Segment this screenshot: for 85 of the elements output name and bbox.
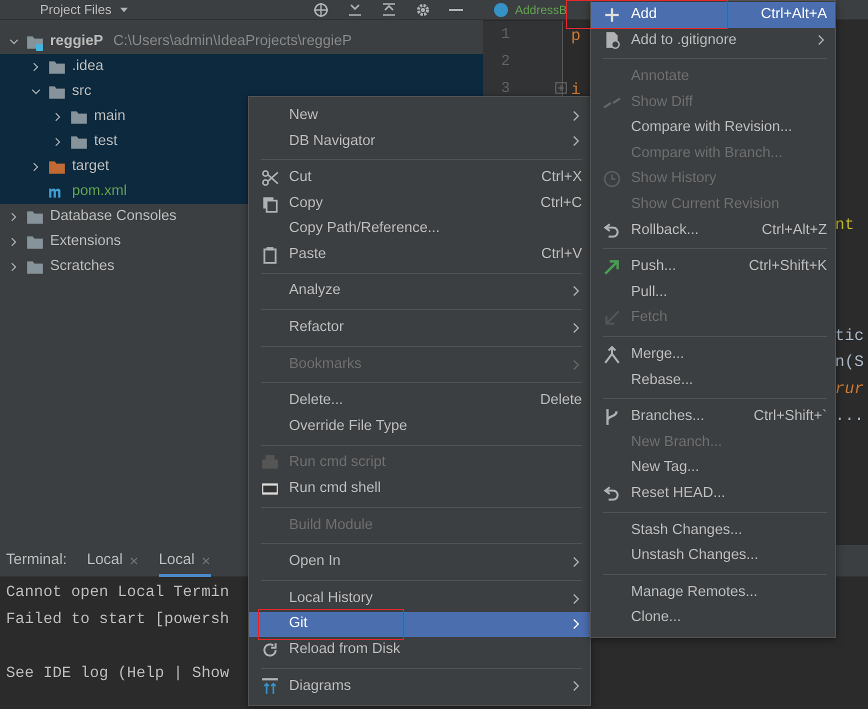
menu-item[interactable]: Add Ctrl+Alt+A: [591, 2, 835, 28]
shortcut-text: Ctrl+C: [540, 194, 582, 213]
merge-icon: [603, 346, 621, 364]
shortcut-text: Ctrl+X: [541, 168, 582, 188]
menu-item[interactable]: Override File Type: [249, 414, 590, 440]
menu-item[interactable]: Push... Ctrl+Shift+K: [591, 254, 835, 280]
terminal-label: Terminal:: [6, 550, 67, 570]
menu-item[interactable]: Manage Remotes...: [591, 580, 835, 606]
code-fragment: rur: [835, 379, 864, 400]
menu-item[interactable]: Analyze: [249, 278, 590, 304]
shortcut-text: Ctrl+Shift+K: [748, 257, 827, 276]
editor-tab[interactable]: AddressB: [515, 0, 568, 18]
tree-label: Extensions: [50, 232, 121, 251]
menu-item[interactable]: Copy Path/Reference...: [249, 216, 590, 242]
menu-item[interactable]: DB Navigator: [249, 128, 590, 154]
menu-item[interactable]: Stash Changes...: [591, 518, 835, 544]
menu-item[interactable]: Compare with Revision...: [591, 115, 835, 141]
menu-item[interactable]: Merge...: [591, 342, 835, 368]
shortcut-text: Delete: [540, 391, 582, 410]
arrow-down-left-icon: [603, 309, 621, 328]
collapse-all-icon: [381, 2, 397, 18]
menu-item[interactable]: Open In: [249, 549, 590, 575]
close-icon: [200, 556, 211, 566]
undo-arrow-icon: [603, 484, 621, 503]
menu-item[interactable]: Paste Ctrl+V: [249, 242, 590, 268]
menu-item[interactable]: Clone...: [591, 605, 835, 632]
menu-item[interactable]: Pull...: [591, 280, 835, 306]
fold-icon: [555, 82, 567, 94]
tree-label: pom.xml: [72, 182, 127, 201]
clock-icon: [603, 170, 621, 188]
scissors-icon: [261, 168, 279, 187]
menu-item[interactable]: Cut Ctrl+X: [249, 165, 590, 191]
terminal-line: Cannot open Local Termin: [5, 582, 230, 603]
menu-item[interactable]: Copy Ctrl+C: [249, 190, 590, 216]
tree-label: src: [72, 82, 92, 101]
expand-all-icon: [347, 2, 363, 18]
tree-label: .idea: [72, 56, 104, 76]
menu-item[interactable]: Reload from Disk: [249, 637, 590, 663]
tree-label: Scratches: [50, 256, 114, 276]
diagram-icon: [261, 677, 279, 696]
menu-item[interactable]: Add to .gitignore: [591, 28, 835, 54]
shortcut-text: Ctrl+V: [541, 244, 582, 264]
menu-item[interactable]: Delete... Delete: [249, 388, 590, 414]
menu-item[interactable]: Run cmd shell: [249, 476, 590, 502]
terminal-line: Failed to start [powersh: [5, 609, 230, 630]
copy-icon: [261, 194, 279, 213]
menu-item[interactable]: Refactor: [249, 315, 590, 341]
menu-item[interactable]: Rollback... Ctrl+Alt+Z: [591, 218, 835, 244]
crosshair-icon: [313, 2, 329, 18]
panel-title[interactable]: Project Files: [40, 0, 112, 20]
terminal-tab[interactable]: Local: [158, 544, 211, 576]
menu-item[interactable]: Git: [249, 612, 590, 638]
menu-item[interactable]: Local History: [249, 586, 590, 612]
menu-item[interactable]: Diagrams: [249, 674, 590, 700]
menu-item[interactable]: New: [249, 103, 590, 129]
tree-label: target: [72, 156, 110, 176]
menu-item[interactable]: New Tag...: [591, 456, 835, 482]
code-fragment: p: [571, 26, 581, 47]
tree-label: Database Consoles: [50, 206, 177, 226]
terminal-tab[interactable]: Local: [86, 544, 139, 576]
project-path: C:\Users\admin\IdeaProjects\reggieP: [113, 32, 352, 51]
menu-item[interactable]: Branches... Ctrl+Shift+`: [591, 404, 835, 430]
menu-item[interactable]: Rebase...: [591, 368, 835, 394]
code-fragment: nt: [835, 215, 854, 236]
menu-item[interactable]: Unstash Changes...: [591, 543, 835, 569]
clipboard-icon: [261, 246, 279, 264]
shortcut-text: Ctrl+Alt+A: [760, 4, 827, 24]
shortcut-text: Ctrl+Shift+`: [754, 407, 827, 426]
arrow-up-right-icon: [603, 258, 621, 276]
tree-label: main: [94, 106, 126, 126]
menu-item[interactable]: Reset HEAD...: [591, 481, 835, 507]
shortcut-text: Ctrl+Alt+Z: [762, 220, 827, 240]
settings-icon: [415, 2, 431, 18]
undo-arrow-icon: [603, 222, 621, 240]
code-fragment: n(S: [835, 352, 864, 373]
code-fragment: ...: [835, 406, 864, 427]
terminal-line: See IDE log (Help | Show: [5, 663, 230, 684]
plus-icon: [603, 6, 621, 24]
code-fragment: i: [571, 80, 581, 101]
tree-label: test: [94, 132, 118, 151]
code-fragment: tic: [835, 326, 864, 347]
close-icon: [128, 556, 139, 566]
reload-icon: [261, 640, 279, 659]
tree-label: reggieP: [50, 32, 104, 51]
minimize-icon: [449, 8, 463, 10]
